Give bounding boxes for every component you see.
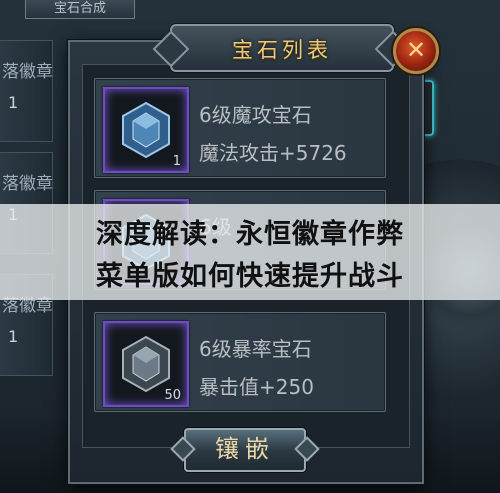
article-title-overlay: 深度解读：永恒徽章作弊 菜单版如何快速提升战斗: [0, 204, 500, 300]
grey-gem-icon: [122, 335, 170, 393]
tab-gem-synthesis[interactable]: 宝石合成: [25, 0, 135, 19]
list-item[interactable]: 落徽章 1: [0, 40, 53, 142]
gem-quantity: 50: [164, 388, 181, 403]
gem-list-item[interactable]: 50 6级暴率宝石 暴击值+250: [94, 312, 386, 412]
gem-slot: 1: [103, 87, 189, 173]
overlay-line-2: 菜单版如何快速提升战斗: [96, 261, 404, 292]
list-item-title: 落徽章: [2, 174, 53, 194]
gem-stat: 暴击值+250: [199, 375, 314, 399]
embed-button[interactable]: 镶嵌: [184, 428, 306, 472]
gem-slot: 50: [103, 321, 189, 407]
gem-name: 6级暴率宝石: [199, 337, 312, 361]
gem-quantity: 1: [172, 154, 181, 169]
list-item-count: 1: [8, 93, 19, 112]
overlay-line-1: 深度解读：永恒徽章作弊: [96, 219, 404, 250]
title-plate: 宝石列表: [170, 24, 394, 72]
gem-list-item[interactable]: 1 6级魔攻宝石 魔法攻击+5726: [94, 78, 386, 178]
close-button[interactable]: ✕: [393, 28, 439, 74]
blue-gem-icon: [122, 101, 170, 159]
list-item-title: 落徽章: [2, 62, 53, 82]
list-item-count: 1: [8, 327, 19, 346]
close-icon: ✕: [405, 36, 427, 64]
window-title: 宝石列表: [232, 38, 332, 62]
gem-name: 6级魔攻宝石: [199, 103, 312, 127]
gem-stat: 魔法攻击+5726: [199, 141, 347, 165]
